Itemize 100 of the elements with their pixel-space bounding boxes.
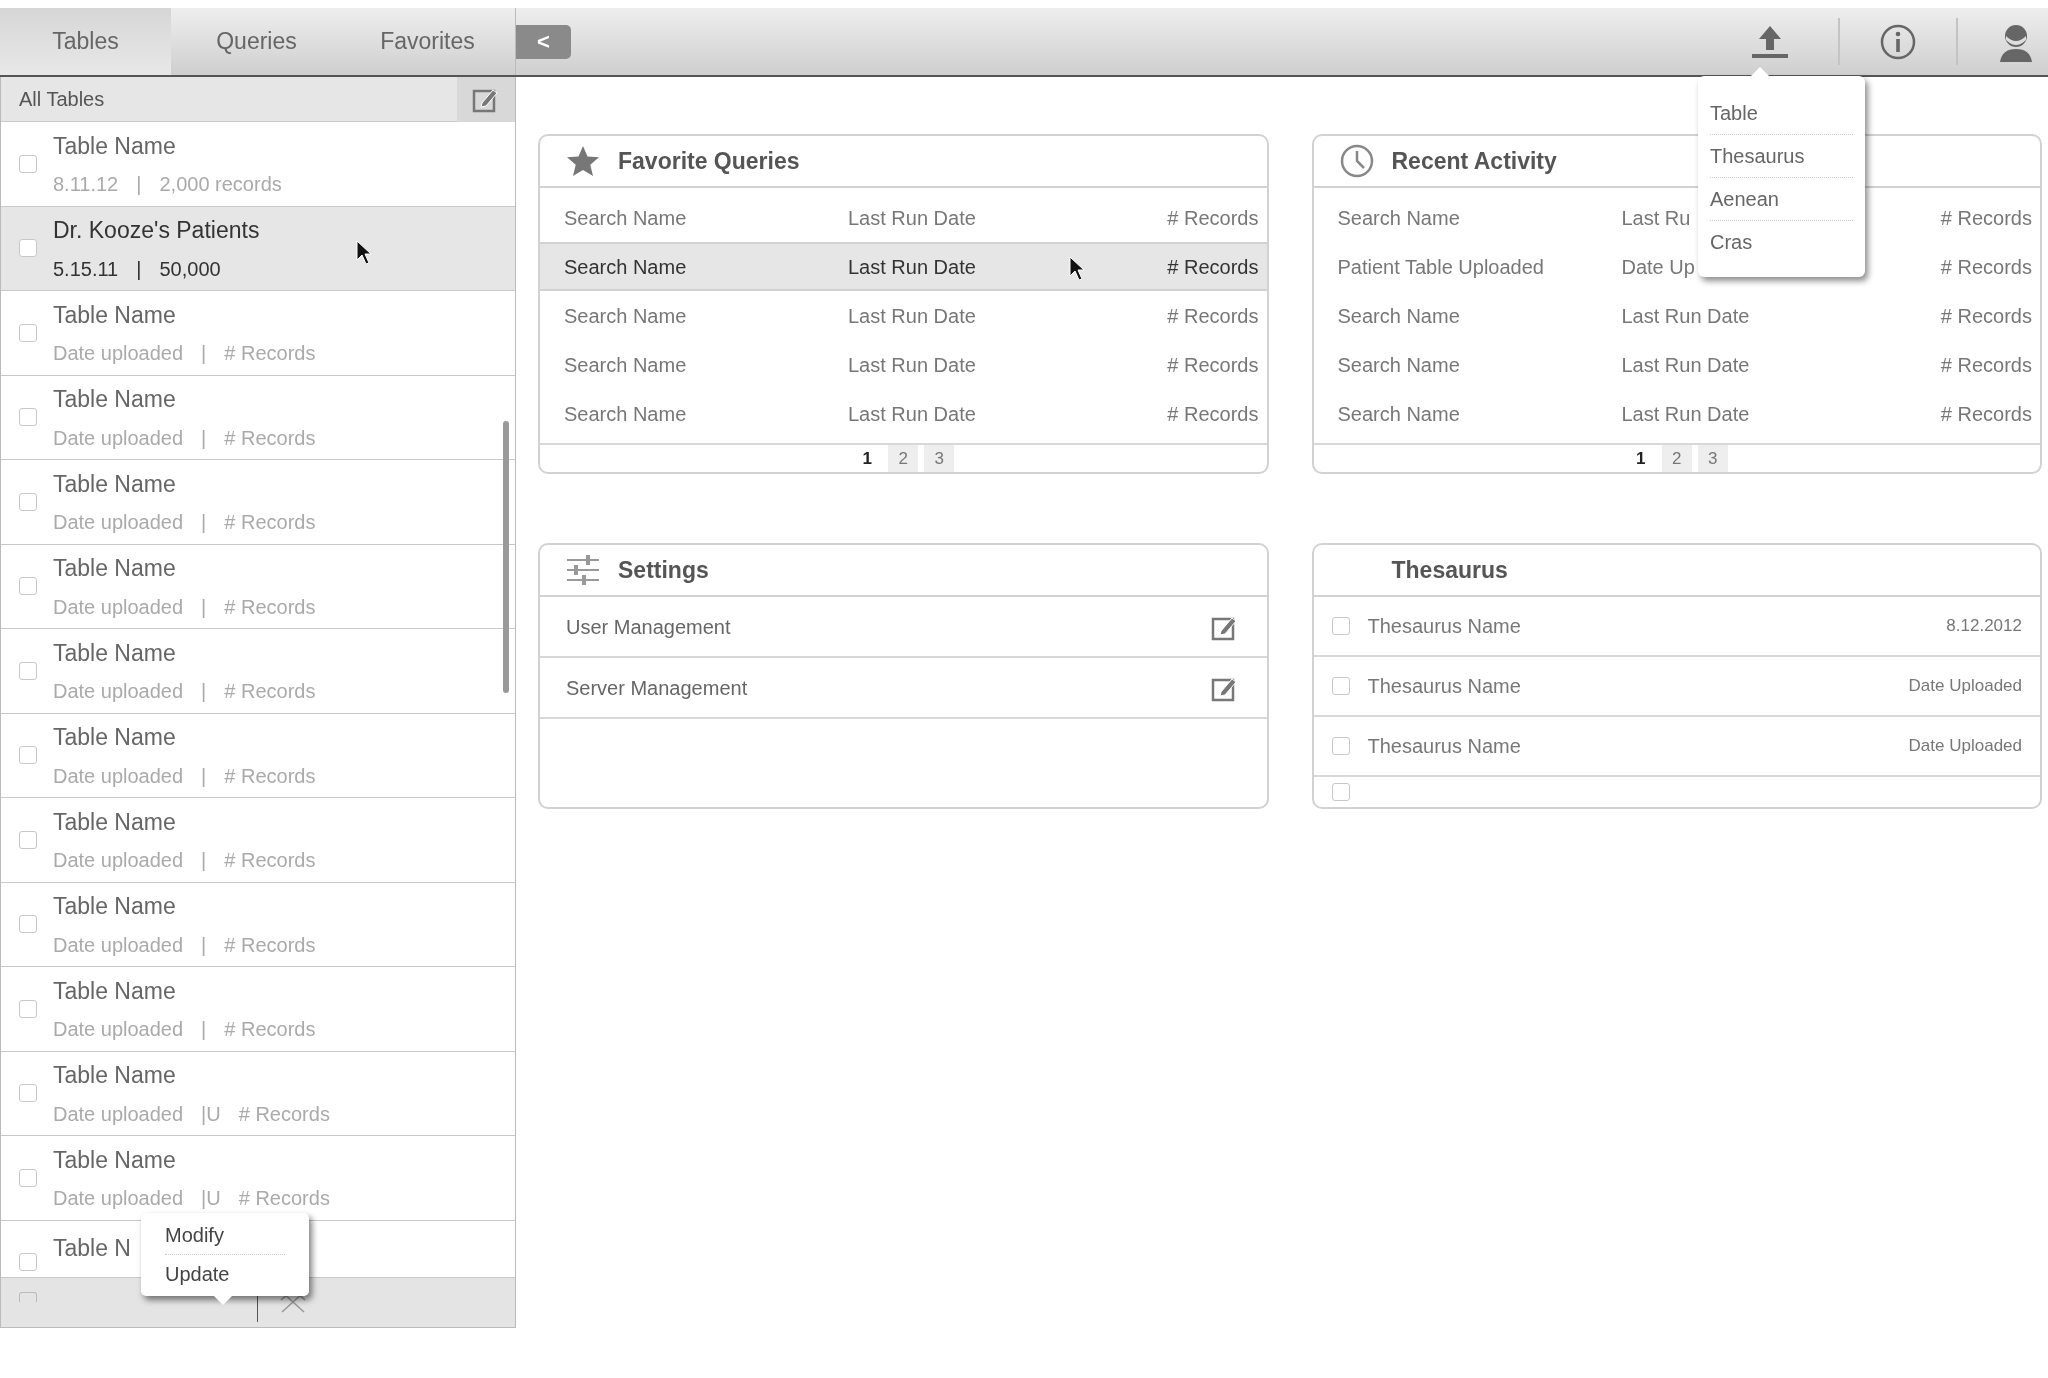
tab[interactable]: Favorites [342,8,513,75]
checkbox[interactable] [19,239,37,258]
separator: | [201,510,207,535]
search-name: Search Name [564,401,688,427]
record-count: # Records [224,763,316,789]
record-count: # Records [224,425,316,451]
checkbox[interactable] [19,999,37,1018]
info-icon[interactable] [1880,23,1916,60]
upload-date: Date Uploaded [1908,735,2022,758]
checkbox[interactable] [19,154,37,173]
upload-date: Date uploaded [53,425,184,451]
upload-date: Date uploaded [53,341,184,366]
separator: |U [201,1101,221,1127]
table-name: Table Name [53,554,177,583]
clock-icon [1339,144,1374,178]
run-date: Last Run Date [848,401,976,427]
search-name: Search Name [564,254,688,280]
record-count: # Records [1940,205,2032,231]
upload-date: 5.15.11 [53,256,119,282]
checkbox[interactable] [19,661,37,680]
upload-date: Date uploaded [53,763,184,789]
table-name: Table Name [53,469,177,499]
menu-item[interactable]: Aenean [1710,178,1853,221]
upload-date: Date uploaded [53,848,184,873]
settings-row[interactable]: Server Management [540,658,1267,719]
checkbox[interactable] [19,492,37,511]
settings-label: Server Management [566,675,749,701]
separator: | [136,172,142,197]
menu-item[interactable]: Cras [1710,221,1853,263]
thesaurus-name: Thesaurus Name [1367,674,1522,699]
table-name: Table Name [53,807,177,837]
query-row[interactable]: Search Name Last Run Date # Records [540,193,1267,242]
menu-item[interactable]: Thesaurus [1710,135,1853,178]
separator: | [201,679,207,704]
checkbox[interactable] [19,323,37,342]
edit-button[interactable] [457,76,515,122]
checkbox[interactable] [1331,737,1350,755]
search-name: Search Name [1337,401,1461,427]
separator: | [201,425,207,451]
search-name: Search Name [564,303,688,329]
query-row[interactable]: Search Name Last Run Date # Records [540,389,1267,438]
checkbox[interactable] [1331,617,1350,635]
upload-date: Date uploaded [53,510,184,535]
record-count: # Records [1167,401,1259,427]
separator: | [201,763,207,789]
search-name: Search Name [1337,303,1461,329]
menu-item[interactable]: Modify [165,1216,285,1255]
record-count: # Records [238,1186,330,1211]
checkbox[interactable] [19,915,37,934]
checkbox[interactable] [1331,783,1350,801]
page-button[interactable]: 1 [1625,445,1656,472]
select-all-checkbox[interactable] [19,1292,37,1302]
table-name: Table Name [53,638,177,668]
run-date: Last Run Date [848,303,976,329]
page-button[interactable]: 2 [1661,445,1692,472]
separator: | [201,594,207,620]
page-button[interactable]: 2 [888,445,919,472]
tab[interactable]: Tables [0,8,171,75]
record-count: # Records [1167,254,1259,280]
collapse-button[interactable]: < [516,24,571,59]
record-count: # Records [224,932,316,958]
query-row[interactable]: Search Name Last Run Date # Records [540,291,1267,340]
run-date: Last Run Date [848,254,976,280]
table-name: Table N [53,1233,131,1263]
panel-title: Recent Activity [1391,146,1557,176]
run-date: Last Run Date [1621,352,1750,378]
checkbox[interactable] [19,577,37,596]
checkbox[interactable] [1331,677,1350,695]
checkbox[interactable] [19,1253,37,1272]
record-count: # Records [224,1017,316,1042]
checkbox[interactable] [19,1084,37,1103]
menu-item[interactable]: Table [1710,92,1853,135]
query-row[interactable]: Search Name Last Run Date # Records [540,340,1267,389]
table-list-item[interactable]: Dr. Kooze's Patients 5.15.11 | 50,000 [1,206,515,291]
settings-row[interactable]: User Management [540,597,1267,658]
query-row[interactable]: Search Name Last Run Date # Records [540,242,1267,291]
page-button[interactable]: 3 [1697,445,1728,472]
checkbox[interactable] [19,1168,37,1187]
checkbox[interactable] [19,408,37,427]
sliders-icon [566,554,600,586]
record-count: # Records [1167,352,1259,378]
page-button[interactable]: 3 [924,445,955,472]
scrollbar[interactable] [503,421,509,693]
upload-date: Date uploaded [53,594,184,620]
record-count: # Records [224,341,316,366]
run-date: Date Up [1621,254,1695,280]
panel-title: Settings [618,555,709,585]
record-count: # Records [224,510,316,535]
record-count: # Records [224,594,316,620]
record-count: # Records [1940,352,2032,378]
table-name: Table Name [53,1061,177,1090]
tab[interactable]: Queries [171,8,342,75]
upload-date: Date uploaded [53,679,184,704]
upload-date: 8.11.12 [53,172,119,197]
thesaurus-name: Thesaurus Name [1367,734,1522,759]
checkbox[interactable] [19,746,37,765]
menu-item[interactable]: Update [165,1255,285,1293]
checkbox[interactable] [19,830,37,849]
record-count: # Records [224,848,316,873]
page-button[interactable]: 1 [852,445,883,472]
